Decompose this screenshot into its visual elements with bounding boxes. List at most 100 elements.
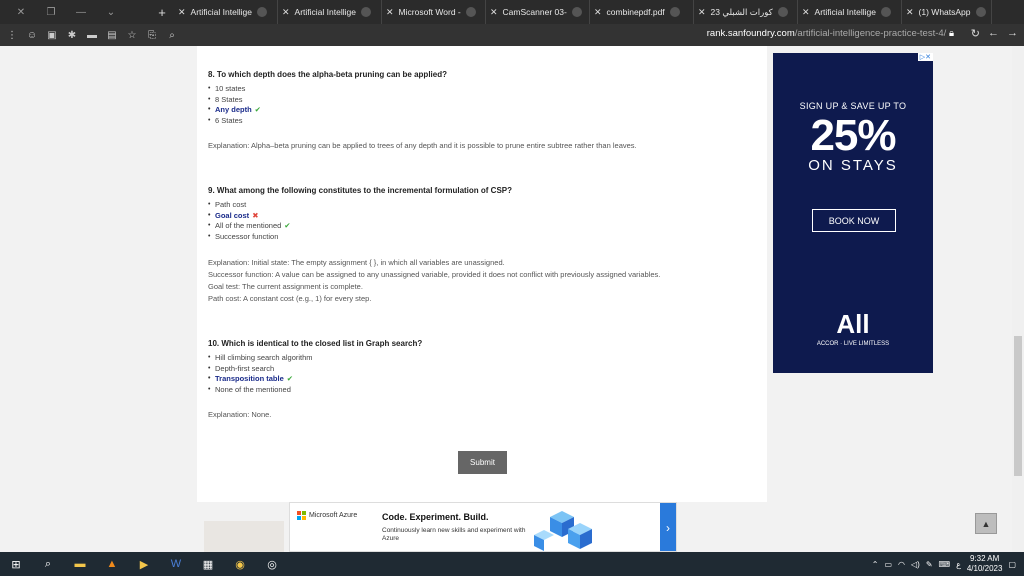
keyboard-icon[interactable]: ⌨ bbox=[939, 560, 951, 569]
new-tab-button[interactable]: + bbox=[150, 5, 174, 20]
correct-check-icon: ✔ bbox=[254, 105, 261, 114]
browser-tab[interactable]: ✕ Artificial Intellige bbox=[798, 0, 902, 24]
answer-option-label: 10 states bbox=[215, 84, 246, 93]
browser-tab[interactable]: ✕ كورات الشبلي 23 bbox=[694, 0, 798, 24]
search-icon[interactable]: ⌕ bbox=[164, 30, 180, 41]
chrome-icon[interactable]: ◉ bbox=[224, 552, 256, 576]
clock[interactable]: 9:32 AM 4/10/2023 bbox=[967, 554, 1003, 574]
browser-tab[interactable]: ✕ Microsoft Word - bbox=[382, 0, 486, 24]
bookmark-star-icon[interactable]: ☆ bbox=[124, 30, 140, 41]
ad-line-1: SIGN UP & SAVE UP TO bbox=[799, 101, 907, 111]
address-bar: ⋮ ☺ ▣ ✱ ▬ ▤ ☆ ⎘ ⌕ rank.sanfoundry.com/ar… bbox=[0, 24, 1024, 46]
notifications-icon[interactable]: ▢ bbox=[1008, 560, 1016, 569]
share-icon[interactable]: ⎘ bbox=[144, 30, 160, 41]
answer-option[interactable]: 10 states bbox=[208, 84, 261, 95]
close-tab-icon[interactable]: ✕ bbox=[490, 7, 498, 18]
answer-option[interactable]: All of the mentioned✔ bbox=[208, 221, 291, 232]
translate-icon[interactable]: ▤ bbox=[104, 30, 120, 41]
tab-favicon-icon bbox=[465, 7, 476, 17]
azure-brand: Microsoft Azure bbox=[309, 512, 358, 519]
answer-option-label: Transposition table bbox=[215, 374, 284, 383]
answer-option[interactable]: Depth-first search bbox=[208, 364, 313, 375]
battery-icon[interactable]: ▭ bbox=[884, 560, 892, 569]
scroll-to-top-button[interactable]: ▲ bbox=[975, 513, 997, 534]
ad-tagline: ACCOR · LIVE LIMITLESS bbox=[816, 341, 890, 347]
system-tray: ⌃ ▭ ◠ ◁) ✎ ⌨ ع 9:32 AM 4/10/2023 ▢ bbox=[872, 552, 1024, 576]
browser-tab[interactable]: ✕ (1) WhatsApp bbox=[902, 0, 992, 24]
extensions-icon[interactable]: ✱ bbox=[64, 30, 80, 41]
extension-icon[interactable]: ▬ bbox=[84, 30, 100, 41]
vlc-icon[interactable]: ▲ bbox=[96, 552, 128, 576]
close-window-icon[interactable]: ✕ bbox=[6, 7, 36, 18]
media-player-icon[interactable]: ▶ bbox=[128, 552, 160, 576]
windows-start-icon[interactable]: ⊞ bbox=[0, 552, 32, 576]
close-tab-icon[interactable]: ✕ bbox=[906, 7, 914, 18]
back-icon[interactable]: ← bbox=[988, 27, 999, 40]
close-tab-icon[interactable]: ✕ bbox=[178, 7, 186, 18]
url-field[interactable]: rank.sanfoundry.com/artificial-intellige… bbox=[707, 28, 954, 39]
forward-icon[interactable]: → bbox=[1007, 27, 1018, 40]
close-tab-icon[interactable]: ✕ bbox=[282, 7, 290, 18]
ad-choices-icon[interactable]: ▷✕ bbox=[917, 53, 933, 61]
answer-option[interactable]: Path cost bbox=[208, 200, 291, 211]
pen-icon[interactable]: ✎ bbox=[926, 560, 933, 569]
tray-chevron-icon[interactable]: ⌃ bbox=[872, 560, 879, 569]
azure-subtext: Continuously learn new skills and experi… bbox=[382, 527, 526, 542]
menu-dots-icon[interactable]: ⋮ bbox=[4, 30, 20, 41]
tab-label: Artificial Intellige bbox=[814, 7, 876, 17]
tab-label: CamScanner 03- bbox=[502, 7, 567, 17]
restore-window-icon[interactable]: ❐ bbox=[36, 7, 66, 18]
close-tab-icon[interactable]: ✕ bbox=[594, 7, 602, 18]
minimize-window-icon[interactable]: — bbox=[66, 7, 96, 18]
answer-option[interactable]: Goal cost✖ bbox=[208, 211, 291, 222]
answer-option-label: Path cost bbox=[215, 200, 247, 209]
recorder-icon[interactable]: ◎ bbox=[256, 552, 288, 576]
ad-photo bbox=[204, 521, 284, 552]
scrollbar-thumb[interactable] bbox=[1014, 336, 1022, 476]
accor-ad[interactable]: ▷✕ SIGN UP & SAVE UP TO 25% ON STAYS BOO… bbox=[773, 53, 933, 373]
tab-list-chevron-icon[interactable]: ⌄ bbox=[96, 7, 126, 18]
submit-button[interactable]: Submit bbox=[458, 451, 507, 474]
wifi-icon[interactable]: ◠ bbox=[898, 560, 905, 569]
close-tab-icon[interactable]: ✕ bbox=[698, 7, 706, 18]
close-tab-icon[interactable]: ✕ bbox=[802, 7, 810, 18]
word-icon[interactable]: W bbox=[160, 552, 192, 576]
answer-option-label: 6 States bbox=[215, 115, 243, 125]
explanation-line: Explanation: Initial state: The empty as… bbox=[208, 258, 505, 267]
volume-icon[interactable]: ◁) bbox=[911, 560, 920, 569]
language-indicator[interactable]: ع bbox=[956, 560, 961, 569]
answer-option[interactable]: Hill climbing search algorithm bbox=[208, 353, 313, 364]
sidebar-icon[interactable]: ▣ bbox=[44, 30, 60, 41]
microsoft-squares-icon bbox=[297, 511, 306, 520]
answer-option[interactable]: 8 States bbox=[208, 95, 261, 106]
url-path: /artificial-intelligence-practice-test-4… bbox=[794, 28, 947, 39]
browser-tab[interactable]: ✕ Artificial Intellige bbox=[174, 0, 278, 24]
profile-avatar-icon[interactable]: ☺ bbox=[24, 30, 40, 41]
book-now-button[interactable]: BOOK NOW bbox=[812, 209, 896, 232]
answer-option[interactable]: Successor function bbox=[208, 232, 291, 243]
browser-tab[interactable]: ✕ Artificial Intellige bbox=[278, 0, 382, 24]
tab-favicon-icon bbox=[360, 7, 371, 17]
search-icon[interactable]: ⌕ bbox=[32, 552, 64, 576]
azure-headline: Code. Experiment. Build. bbox=[382, 512, 489, 522]
calendar-app-icon[interactable]: ▦ bbox=[192, 552, 224, 576]
ad-next-arrow-icon[interactable]: › bbox=[660, 503, 676, 551]
ad-brand-logo: All bbox=[836, 309, 870, 339]
answer-option[interactable]: None of the mentioned bbox=[208, 385, 313, 396]
browser-tab[interactable]: ✕ combinepdf.pdf bbox=[590, 0, 694, 24]
question-10-title: 10. Which is identical to the closed lis… bbox=[208, 339, 423, 348]
azure-ad[interactable]: Microsoft Azure Code. Experiment. Build.… bbox=[289, 502, 677, 552]
reload-icon[interactable]: ↻ bbox=[971, 27, 980, 40]
answer-option[interactable]: 6 States bbox=[208, 116, 261, 127]
answer-option-label: None of the mentioned bbox=[215, 384, 291, 394]
answer-option[interactable]: Transposition table✔ bbox=[208, 374, 313, 385]
answer-option[interactable]: Any depth✔ bbox=[208, 105, 261, 116]
clock-time: 9:32 AM bbox=[969, 554, 1000, 563]
question-8-explanation: Explanation: Alpha–beta pruning can be a… bbox=[208, 140, 637, 152]
browser-tab[interactable]: ✕ CamScanner 03- bbox=[486, 0, 590, 24]
file-explorer-icon[interactable]: ▬ bbox=[64, 552, 96, 576]
explanation-line: Explanation: None. bbox=[208, 410, 272, 419]
windows-taskbar: ⊞ ⌕ ▬ ▲ ▶ W ▦ ◉ ◎ ⌃ ▭ ◠ ◁) ✎ ⌨ ع 9:32 AM… bbox=[0, 552, 1024, 576]
page-scrollbar[interactable] bbox=[1012, 46, 1024, 552]
close-tab-icon[interactable]: ✕ bbox=[386, 7, 394, 18]
